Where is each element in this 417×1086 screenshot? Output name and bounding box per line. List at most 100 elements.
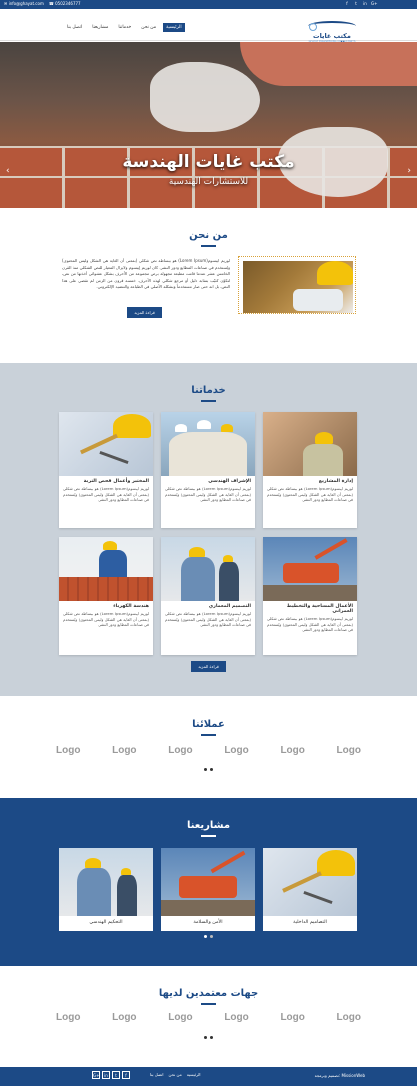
ground-shape	[161, 900, 255, 916]
top-bar: ✉ info@ghayat.com ☎ 0502346777 f t in G+	[0, 0, 417, 9]
projects-title: مشاريعنا	[186, 820, 231, 831]
level-tool-shape	[282, 871, 322, 893]
service-desc: لوريم ايبسوم(Lorem Ipsum) هو ببساطة نص ش…	[267, 486, 353, 502]
site-header: الرئيسية من نحن خدماتنا مشاريعنا اتصل بن…	[0, 9, 417, 48]
project-title: التصاميم الداخلية	[293, 920, 327, 925]
partner-logo[interactable]: Logo	[337, 1012, 361, 1023]
client-logo[interactable]: Logo	[112, 745, 136, 756]
service-desc: لوريم ايبسوم(Lorem Ipsum) هو ببساطة نص ش…	[267, 616, 353, 632]
service-card[interactable]: هندسة الكهرباء لوريم ايبسوم(Lorem Ipsum)…	[59, 537, 153, 655]
hardhat-shape	[175, 424, 187, 432]
hardhat-shape	[197, 420, 211, 429]
service-title: إدارة المشاريع	[318, 479, 353, 484]
linkedin-icon[interactable]: in	[362, 1, 368, 7]
excavator-arm-shape	[314, 538, 348, 560]
services-title: خدماتنا	[191, 385, 226, 396]
carousel-dot[interactable]	[210, 1036, 213, 1039]
excavator-shape	[179, 876, 237, 898]
excavator-arm-shape	[210, 850, 246, 874]
carousel-dot[interactable]	[204, 768, 207, 771]
footer-link-contact[interactable]: اتصل بنا	[150, 1072, 164, 1077]
service-card[interactable]: الأعمال المساحية والتخطيط العمراني لوريم…	[263, 537, 357, 655]
partner-logo[interactable]: Logo	[56, 1012, 80, 1023]
twitter-icon[interactable]: t	[112, 1071, 120, 1079]
hardhat-shape	[317, 850, 355, 876]
partner-logo[interactable]: Logo	[280, 1012, 304, 1023]
hero-subtitle: للاستشارات الهندسية	[168, 177, 249, 187]
service-title: الإشراف الهندسي	[208, 479, 251, 484]
services-read-more-button[interactable]: قراءة المزيد	[191, 661, 226, 672]
service-desc: لوريم ايبسوم(Lorem Ipsum) هو ببساطة نص ش…	[63, 611, 149, 627]
project-card[interactable]: التصاميم الداخلية	[263, 848, 357, 931]
client-logo[interactable]: Logo	[224, 745, 248, 756]
facebook-icon[interactable]: f	[122, 1071, 130, 1079]
service-card[interactable]: المختبر وأعمال فحص التربة لوريم ايبسوم(L…	[59, 412, 153, 528]
email-link[interactable]: ✉ info@ghayat.com	[4, 1, 44, 6]
client-logo[interactable]: Logo	[56, 745, 80, 756]
email-text: info@ghayat.com	[8, 1, 44, 6]
service-card[interactable]: إدارة المشاريع لوريم ايبسوم(Lorem Ipsum)…	[263, 412, 357, 528]
excavator-shape	[283, 563, 339, 583]
service-desc: لوريم ايبسوم(Lorem Ipsum) هو ببساطة نص ش…	[165, 611, 251, 627]
worker-shape	[219, 562, 239, 601]
site-footer: G+ in t f الرئيسية من نحن اتصل بنا تصميم…	[0, 1067, 417, 1086]
projects-title-underline	[201, 835, 216, 837]
client-logo[interactable]: Logo	[280, 745, 304, 756]
service-card[interactable]: التصميم المعماري لوريم ايبسوم(Lorem Ipsu…	[161, 537, 255, 655]
worker-shape	[77, 868, 111, 916]
partner-logo[interactable]: Logo	[168, 1012, 192, 1023]
clients-logos: Logo Logo Logo Logo Logo Logo	[56, 745, 361, 756]
footer-social-links: G+ in t f	[92, 1071, 130, 1079]
client-logo[interactable]: Logo	[337, 745, 361, 756]
carousel-dot[interactable]	[204, 1036, 207, 1039]
hardhat-shape	[85, 858, 101, 868]
about-title-underline	[201, 245, 216, 247]
partner-logo[interactable]: Logo	[224, 1012, 248, 1023]
helmet-shape	[317, 261, 353, 285]
service-card[interactable]: الإشراف الهندسي لوريم ايبسوم(Lorem Ipsum…	[161, 412, 255, 528]
project-card[interactable]: التحكيم الهندسي	[59, 848, 153, 931]
service-title: التصميم المعماري	[208, 604, 251, 609]
partners-title-underline	[201, 1003, 216, 1005]
contact-info: ✉ info@ghayat.com ☎ 0502346777	[4, 1, 81, 6]
service-title: الأعمال المساحية والتخطيط العمراني	[286, 604, 353, 614]
worker-shape	[303, 444, 343, 476]
carousel-dot[interactable]	[204, 935, 207, 938]
blueprint-shape	[293, 289, 343, 311]
about-read-more-button[interactable]: قراءة المزيد	[127, 307, 162, 318]
project-title: التحكيم الهندسي	[89, 920, 123, 925]
service-desc: لوريم ايبسوم(Lorem Ipsum) هو ببساطة نص ش…	[63, 486, 149, 502]
hardhat-shape	[223, 555, 233, 562]
project-image	[263, 848, 357, 916]
nav-home[interactable]: الرئيسية	[163, 23, 185, 32]
footer-link-about[interactable]: من نحن	[169, 1072, 182, 1077]
site-logo[interactable]: مكتب غايات الهندسة GHAYAT ENGINEERING CO…	[303, 21, 361, 48]
workers-shape	[169, 432, 247, 476]
google-plus-icon[interactable]: G+	[92, 1071, 100, 1079]
slider-prev-icon[interactable]: ‹	[6, 166, 10, 176]
facebook-icon[interactable]: f	[344, 1, 350, 7]
partners-carousel-dots	[204, 1036, 213, 1039]
google-plus-icon[interactable]: G+	[371, 1, 377, 7]
client-logo[interactable]: Logo	[168, 745, 192, 756]
carousel-dot[interactable]	[210, 935, 213, 938]
slider-next-icon[interactable]: ›	[407, 166, 411, 176]
linkedin-icon[interactable]: in	[102, 1071, 110, 1079]
nav-contact[interactable]: اتصل بنا	[64, 23, 85, 32]
worker-shape	[181, 557, 215, 601]
footer-link-home[interactable]: الرئيسية	[187, 1072, 201, 1077]
hero-slider: مكتب غايات الهندسة للاستشارات الهندسية ‹…	[0, 42, 417, 208]
nav-services[interactable]: خدماتنا	[115, 23, 134, 32]
service-image	[161, 412, 255, 476]
about-image	[243, 261, 353, 313]
partner-logo[interactable]: Logo	[112, 1012, 136, 1023]
carousel-dot[interactable]	[210, 768, 213, 771]
phone-link[interactable]: ☎ 0502346777	[49, 1, 81, 6]
partners-logos: Logo Logo Logo Logo Logo Logo	[56, 1012, 361, 1023]
project-card[interactable]: الأمن والسلامة	[161, 848, 255, 931]
nav-about[interactable]: من نحن	[138, 23, 159, 32]
nav-projects[interactable]: مشاريعنا	[89, 23, 111, 32]
roof-shape	[59, 577, 153, 601]
twitter-icon[interactable]: t	[353, 1, 359, 7]
project-image	[161, 848, 255, 916]
